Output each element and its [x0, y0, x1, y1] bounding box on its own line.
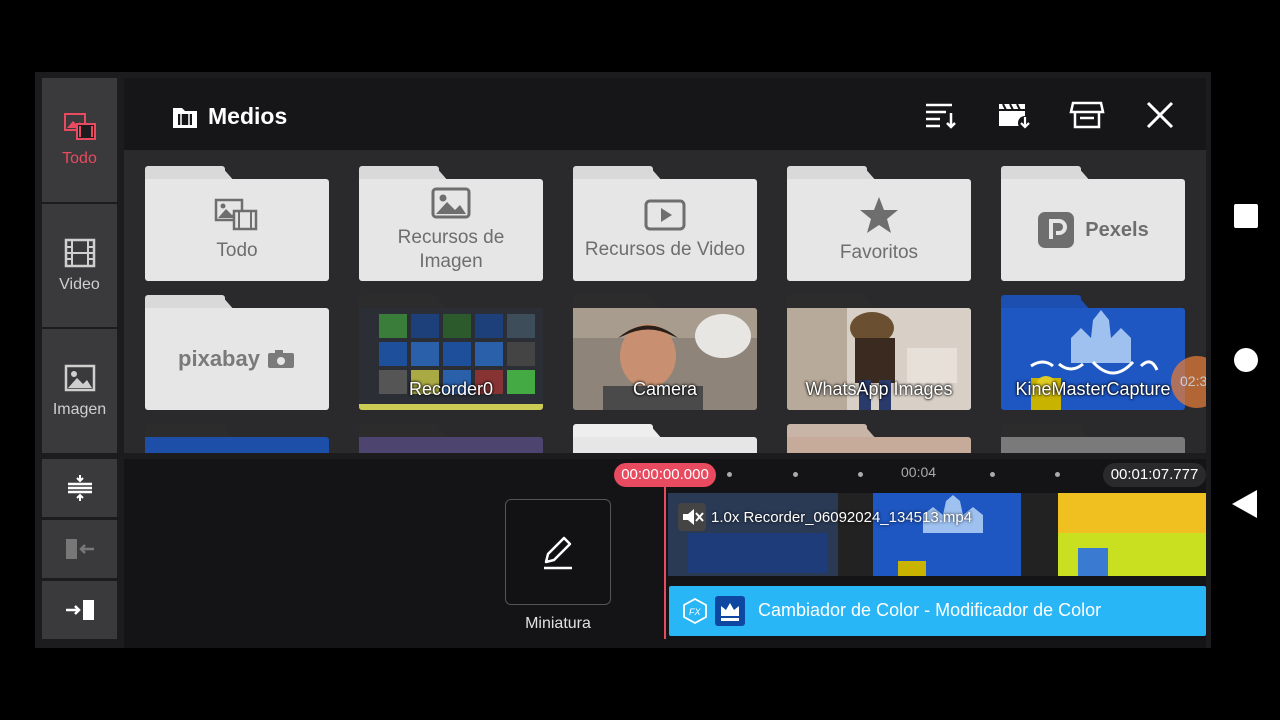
edit-icon	[544, 536, 572, 570]
folder-pexels[interactable]: Pexels	[1001, 166, 1185, 281]
folder-label: Todo	[216, 240, 258, 261]
effect-label: Cambiador de Color - Modificador de Colo…	[758, 600, 1102, 620]
album-partial-5[interactable]	[1001, 424, 1185, 453]
recents-button[interactable]	[1234, 204, 1258, 228]
fx-icon: FX	[683, 598, 707, 624]
tick-dot	[1055, 472, 1060, 477]
folder-film-icon	[173, 107, 197, 128]
album-camera[interactable]: Camera	[573, 295, 757, 410]
film-icon	[64, 238, 95, 267]
folder-todo[interactable]: Todo	[145, 166, 329, 281]
folder-label: Recursos de Imagen	[397, 227, 505, 272]
folder-favoritos[interactable]: Favoritos	[787, 166, 971, 281]
timeline-tick-label: 00:04	[901, 464, 937, 480]
close-icon	[1146, 101, 1174, 129]
album-label: Camera	[632, 379, 698, 399]
page-title: Medios	[208, 103, 288, 129]
tab-label: Video	[59, 275, 100, 293]
folder-label: Favoritos	[839, 242, 919, 263]
panel-header: Medios	[124, 78, 1206, 150]
mute-icon	[678, 503, 706, 531]
svg-text:FX: FX	[689, 607, 701, 617]
media-panel: Medios Todo Recursos de Imagen Recursos …	[124, 78, 1206, 453]
total-time: 00:01:07.777	[1103, 463, 1206, 487]
clip-thumbnails	[668, 493, 1206, 576]
folder-label: pixabay	[178, 346, 260, 371]
pexels-logo	[1038, 212, 1075, 248]
video-clip[interactable]: 1.0x Recorder_06092024_134513.mp4	[668, 493, 1206, 576]
folder-label: Recursos de Video	[584, 239, 746, 260]
folder-recursos-video[interactable]: Recursos de Video	[573, 166, 757, 281]
store-icon	[1069, 101, 1105, 129]
tab-label: Imagen	[52, 401, 107, 418]
download-media-icon	[999, 103, 1032, 130]
download-media-button[interactable]	[995, 98, 1035, 132]
close-button[interactable]	[1140, 98, 1180, 132]
tab-label: Todo	[62, 150, 97, 167]
photo-video-icon	[214, 198, 258, 231]
split-button[interactable]	[42, 459, 117, 517]
split-icon	[67, 475, 92, 501]
album-whatsapp-images[interactable]: WhatsApp Images	[787, 295, 971, 410]
folder-pixabay[interactable]: pixabay	[145, 295, 329, 410]
panel-title: Medios	[172, 103, 287, 130]
pixabay-logo	[267, 350, 294, 368]
media-grid: Todo Recursos de Imagen Recursos de Vide…	[124, 150, 1206, 453]
image-icon	[431, 187, 471, 219]
album-partial-2[interactable]	[359, 424, 543, 453]
album-recorder0[interactable]: Recorder0	[359, 295, 543, 410]
tab-imagen[interactable]: Imagen	[42, 329, 117, 453]
image-icon	[64, 364, 95, 392]
thumbnail-label: Miniatura	[525, 615, 591, 632]
home-button[interactable]	[1234, 348, 1258, 372]
folder-label: Pexels	[1085, 218, 1149, 241]
tick-dot	[858, 472, 863, 477]
star-icon	[860, 197, 898, 233]
photo-video-icon	[63, 113, 96, 140]
current-time: 00:00:00.000	[614, 463, 716, 487]
trim-left-icon	[65, 539, 94, 559]
trim-left-button[interactable]	[42, 520, 117, 578]
folder-recursos-imagen[interactable]: Recursos de Imagen	[359, 166, 543, 281]
trim-right-icon	[65, 600, 94, 620]
album-label: Recorder0	[408, 379, 494, 399]
tab-video[interactable]: Video	[42, 204, 117, 327]
play-icon	[644, 199, 686, 231]
tick-dot	[990, 472, 995, 477]
tick-dot	[727, 472, 732, 477]
back-button[interactable]	[1232, 490, 1257, 518]
sort-button[interactable]	[921, 98, 961, 132]
sort-icon	[926, 103, 956, 129]
album-label: WhatsApp Images	[805, 379, 953, 399]
album-partial-4[interactable]	[787, 424, 971, 453]
tick-dot	[793, 472, 798, 477]
thumbnail-button[interactable]	[505, 499, 611, 605]
media-browser-app: Todo Video Imagen Medios Todo Recursos d…	[35, 72, 1211, 648]
album-partial-1[interactable]	[145, 424, 329, 453]
clip-title: 1.0x Recorder_06092024_134513.mp4	[711, 509, 973, 526]
asset-store-button[interactable]	[1067, 98, 1107, 132]
album-kinemaster-capture[interactable]: KineMasterCapture	[1001, 295, 1185, 410]
playhead[interactable]	[664, 487, 666, 639]
tab-todo[interactable]: Todo	[42, 78, 117, 202]
trim-right-button[interactable]	[42, 581, 117, 639]
crown-icon	[715, 596, 745, 626]
badge-label: 02:30	[1180, 373, 1206, 389]
effect-layer[interactable]: FX Cambiador de Color - Modificador de C…	[669, 586, 1206, 636]
album-partial-3[interactable]	[573, 424, 757, 453]
album-label: KineMasterCapture	[1015, 379, 1171, 399]
